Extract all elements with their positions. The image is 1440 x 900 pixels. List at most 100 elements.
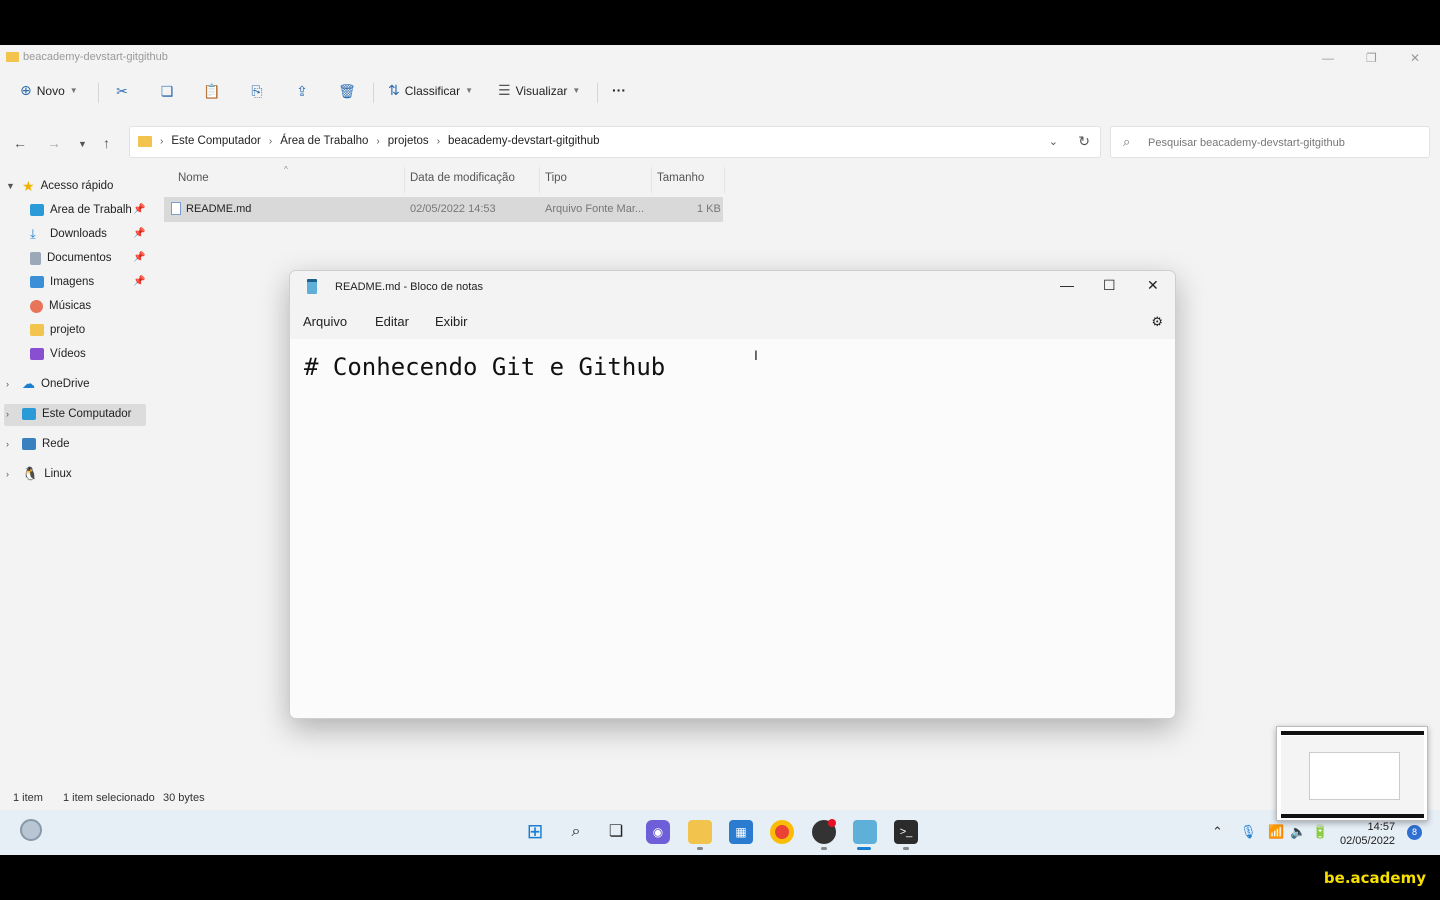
file-type: Arquivo Fonte Mar... <box>545 203 645 215</box>
chevron-right-icon: › <box>6 439 9 449</box>
sidebar-item-videos[interactable]: Vídeos <box>30 343 86 365</box>
sort-icon: ⇅ <box>388 82 400 98</box>
sidebar-item-onedrive[interactable]: › ☁ OneDrive <box>6 373 90 395</box>
notepad-titlebar: README.md - Bloco de notas — ☐ ✕ <box>290 271 1175 303</box>
delete-icon[interactable]: 🗑 <box>338 82 356 100</box>
running-indicator <box>697 847 703 850</box>
file-row[interactable]: README.md 02/05/2022 14:53 Arquivo Fonte… <box>164 197 723 222</box>
breadcrumb-separator-icon: › <box>268 135 273 147</box>
search-box[interactable]: ⌕ Pesquisar beacademy-devstart-gitgithub <box>1110 126 1430 158</box>
status-item-count: 1 item <box>13 792 43 804</box>
sidebar-item-projeto[interactable]: projeto <box>30 319 85 341</box>
view-button[interactable]: ☰ Visualizar ▼ <box>498 82 580 99</box>
search-placeholder: Pesquisar beacademy-devstart-gitgithub <box>1148 137 1345 149</box>
minimize-button[interactable]: — <box>1322 51 1334 65</box>
file-modified: 02/05/2022 14:53 <box>410 203 496 215</box>
copy-icon[interactable]: ❏ <box>158 82 176 100</box>
restore-button[interactable]: ❐ <box>1366 51 1377 65</box>
sidebar-item-network[interactable]: › Rede <box>6 433 70 455</box>
close-button[interactable]: ✕ <box>1147 277 1159 294</box>
breadcrumb-separator-icon: › <box>436 135 441 147</box>
menu-arquivo[interactable]: Arquivo <box>303 314 347 329</box>
breadcrumb-projetos[interactable]: projetos <box>388 135 429 147</box>
sidebar-item-desktop[interactable]: Área de Trabalho <box>30 199 132 221</box>
chat-icon[interactable]: ◉ <box>646 820 670 844</box>
file-size: 1 KB <box>697 203 721 215</box>
explorer-titlebar: beacademy-devstart-gitgithub — ❐ ✕ <box>0 45 1440 72</box>
notepad-window: README.md - Bloco de notas — ☐ ✕ Arquivo… <box>289 270 1176 719</box>
new-label: Novo <box>36 83 65 98</box>
videos-icon <box>30 348 44 360</box>
plus-circle-icon: ⊕ <box>20 82 32 98</box>
forward-arrow-icon[interactable]: → <box>47 135 61 151</box>
refresh-icon[interactable]: ↻ <box>1078 133 1090 150</box>
close-button[interactable]: ✕ <box>1410 51 1420 65</box>
chevron-up-icon[interactable]: ⌃ <box>1212 824 1223 840</box>
notepad-text-area[interactable]: # Conhecendo Git e Github I <box>290 339 1175 718</box>
cut-icon[interactable]: ✂ <box>113 82 131 100</box>
thumbnail-bottom-band <box>1281 814 1424 818</box>
sidebar-label: Este Computador <box>42 408 132 420</box>
settings-gear-icon[interactable]: ⚙ <box>1151 314 1163 330</box>
file-explorer-icon[interactable] <box>688 820 712 844</box>
rename-icon[interactable]: ⎘ <box>248 82 266 100</box>
sidebar-label: Área de Trabalho <box>50 204 132 216</box>
sort-button[interactable]: ⇅ Classificar ▼ <box>388 82 473 99</box>
share-icon[interactable]: ⇪ <box>293 82 311 100</box>
paste-icon[interactable]: 📋 <box>203 82 221 100</box>
microphone-icon[interactable]: 🎙 <box>1240 824 1257 840</box>
task-view-icon[interactable]: ❏ <box>604 820 628 844</box>
column-header-type[interactable]: Tipo <box>545 172 567 184</box>
column-divider <box>724 167 725 193</box>
pictures-icon <box>30 276 44 288</box>
chrome-icon[interactable] <box>770 820 794 844</box>
column-header-modified[interactable]: Data de modificação <box>410 172 515 184</box>
battery-icon[interactable]: 🔋 <box>1312 824 1328 840</box>
desktop-icon <box>30 204 44 216</box>
toolbar-divider <box>373 83 374 103</box>
breadcrumb-current-folder[interactable]: beacademy-devstart-gitgithub <box>448 135 600 147</box>
more-options-button[interactable]: ··· <box>612 82 626 98</box>
sidebar-item-pictures[interactable]: Imagens <box>30 271 94 293</box>
column-header-name[interactable]: Nome <box>178 172 209 184</box>
documents-icon <box>30 251 41 265</box>
chevron-right-icon: › <box>6 409 9 419</box>
sidebar-item-linux[interactable]: › 🐧 Linux <box>6 463 72 485</box>
folder-icon <box>30 324 44 336</box>
sidebar-item-documents[interactable]: Documentos <box>30 247 112 269</box>
up-arrow-icon[interactable]: ↑ <box>103 135 110 151</box>
sidebar-item-this-pc[interactable]: › Este Computador <box>6 403 132 425</box>
notepad-taskbar-icon[interactable] <box>853 820 877 844</box>
search-icon[interactable]: ⌕ <box>564 820 588 844</box>
menu-exibir[interactable]: Exibir <box>435 314 468 329</box>
start-button[interactable]: ⊞ <box>523 820 547 844</box>
sidebar-item-music[interactable]: Músicas <box>30 295 91 317</box>
maximize-button[interactable]: ☐ <box>1103 277 1116 294</box>
wifi-icon[interactable]: 📶 <box>1268 824 1284 840</box>
volume-icon[interactable]: 🔈 <box>1290 824 1306 840</box>
store-icon[interactable]: ▦ <box>729 820 753 844</box>
column-divider <box>539 167 540 193</box>
file-name: README.md <box>186 203 252 215</box>
terminal-icon[interactable]: >_ <box>894 820 918 844</box>
sidebar-item-downloads[interactable]: ⤓ Downloads <box>30 223 107 245</box>
sidebar-item-quick-access[interactable]: ▼ ★ Acesso rápido <box>6 175 113 197</box>
computer-icon <box>22 408 36 420</box>
chevron-right-icon: › <box>6 469 9 479</box>
column-header-size[interactable]: Tamanho <box>657 172 704 184</box>
notification-badge[interactable]: 8 <box>1407 825 1422 840</box>
address-bar[interactable]: › Este Computador › Área de Trabalho › p… <box>129 126 1101 158</box>
back-arrow-icon[interactable]: ← <box>13 135 27 151</box>
recording-badge <box>828 819 836 827</box>
widgets-icon[interactable] <box>20 819 42 841</box>
menu-editar[interactable]: Editar <box>375 314 409 329</box>
new-button[interactable]: ⊕ Novo ▼ <box>20 82 78 99</box>
active-indicator <box>857 847 871 850</box>
breadcrumb-this-pc[interactable]: Este Computador <box>171 135 261 147</box>
breadcrumb-desktop[interactable]: Área de Trabalho <box>280 135 368 147</box>
minimize-button[interactable]: — <box>1060 277 1074 293</box>
recent-chevron-icon[interactable]: ▼ <box>78 139 87 149</box>
address-dropdown-icon[interactable]: ⌄ <box>1049 135 1058 148</box>
clock[interactable]: 14:57 02/05/2022 <box>1340 820 1395 848</box>
markdown-file-icon <box>171 202 181 215</box>
